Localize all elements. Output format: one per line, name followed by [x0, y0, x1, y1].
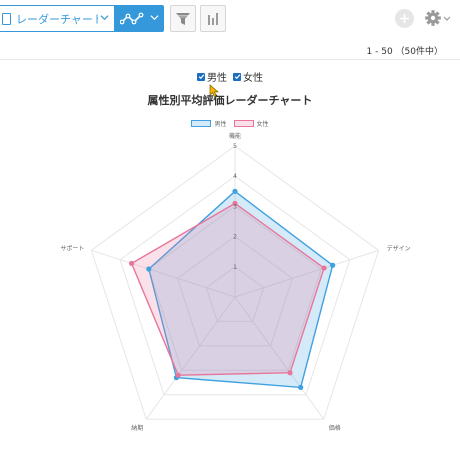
series-point-1-1 [232, 188, 238, 194]
radar-chart: 1 2 3 4 5 機能デザイン価格 納期 サポート [60, 132, 411, 432]
series-point-1-3 [298, 384, 304, 390]
tick-label-4: 4 [233, 173, 237, 180]
axis-name-1: 機能 [229, 132, 241, 140]
series-point-2-5 [129, 260, 135, 267]
tick-label-3: 3 [233, 203, 237, 210]
axis-name-3: 価格 [329, 424, 341, 432]
series-point-1-5 [146, 266, 152, 272]
axis-name-4: 納期 [131, 424, 143, 432]
axis-name-5: サポート [60, 244, 84, 252]
tick-label-2: 2 [233, 234, 237, 241]
series-point-2-2 [321, 265, 327, 271]
series-area-2 [130, 202, 325, 376]
axis-name-2: デザイン [387, 244, 411, 252]
tick-label-1: 1 [233, 264, 237, 271]
series-point-2-3 [287, 370, 293, 376]
tick-label-5: 5 [233, 143, 237, 150]
series-point-2-4 [175, 372, 181, 378]
series-point-1-2 [330, 262, 336, 268]
